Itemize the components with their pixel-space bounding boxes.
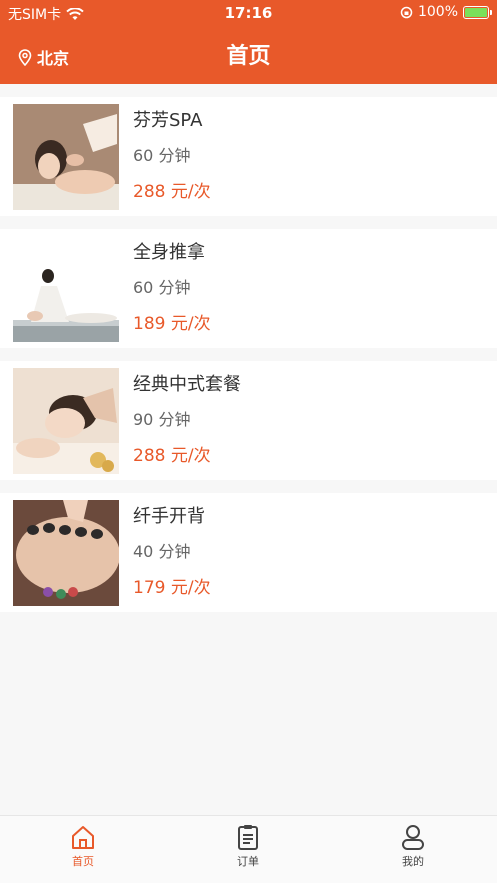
service-duration: 60 分钟 bbox=[133, 278, 191, 297]
tab-bar: 首页 订单 我的 bbox=[0, 815, 497, 883]
service-duration: 90 分钟 bbox=[133, 410, 191, 429]
tab-orders[interactable]: 订单 bbox=[208, 824, 288, 869]
service-duration: 40 分钟 bbox=[133, 542, 191, 561]
service-photo bbox=[13, 236, 119, 342]
service-name: 经典中式套餐 bbox=[133, 374, 241, 395]
order-list-icon bbox=[238, 825, 258, 850]
service-duration: 60 分钟 bbox=[133, 146, 191, 165]
battery-icon bbox=[463, 5, 492, 19]
service-price: 189 元/次 bbox=[133, 314, 211, 334]
service-name: 纤手开背 bbox=[133, 506, 205, 527]
tab-profile-label: 我的 bbox=[402, 855, 424, 868]
service-photo bbox=[13, 368, 119, 474]
service-list: 芬芳SPA 60 分钟 288 元/次 全身推拿 60 分钟 189 元/次 经… bbox=[0, 97, 497, 625]
service-item[interactable]: 纤手开背 40 分钟 179 元/次 bbox=[0, 493, 497, 612]
service-price: 288 元/次 bbox=[133, 446, 211, 466]
tab-orders-label: 订单 bbox=[237, 855, 259, 868]
service-photo bbox=[13, 500, 119, 606]
status-right: 100% bbox=[400, 4, 492, 20]
service-price: 179 元/次 bbox=[133, 578, 211, 598]
service-item[interactable]: 经典中式套餐 90 分钟 288 元/次 bbox=[0, 361, 497, 480]
profile-icon bbox=[402, 825, 424, 850]
orientation-lock-icon bbox=[400, 6, 413, 18]
service-item[interactable]: 全身推拿 60 分钟 189 元/次 bbox=[0, 229, 497, 348]
service-item[interactable]: 芬芳SPA 60 分钟 288 元/次 bbox=[0, 97, 497, 216]
status-bar: 无SIM卡 17:16 100% bbox=[0, 0, 497, 26]
tab-profile[interactable]: 我的 bbox=[373, 824, 453, 869]
battery-percent: 100% bbox=[417, 4, 458, 20]
tab-home-label: 首页 bbox=[72, 855, 94, 868]
service-photo bbox=[13, 104, 119, 210]
service-price: 288 元/次 bbox=[133, 182, 211, 202]
service-name: 芬芳SPA bbox=[133, 110, 203, 131]
tab-home[interactable]: 首页 bbox=[43, 824, 123, 869]
app-header: 无SIM卡 17:16 100% 北京 首页 bbox=[0, 0, 497, 84]
service-name: 全身推拿 bbox=[133, 242, 205, 263]
home-icon bbox=[72, 826, 94, 849]
page-title: 首页 bbox=[226, 44, 271, 69]
